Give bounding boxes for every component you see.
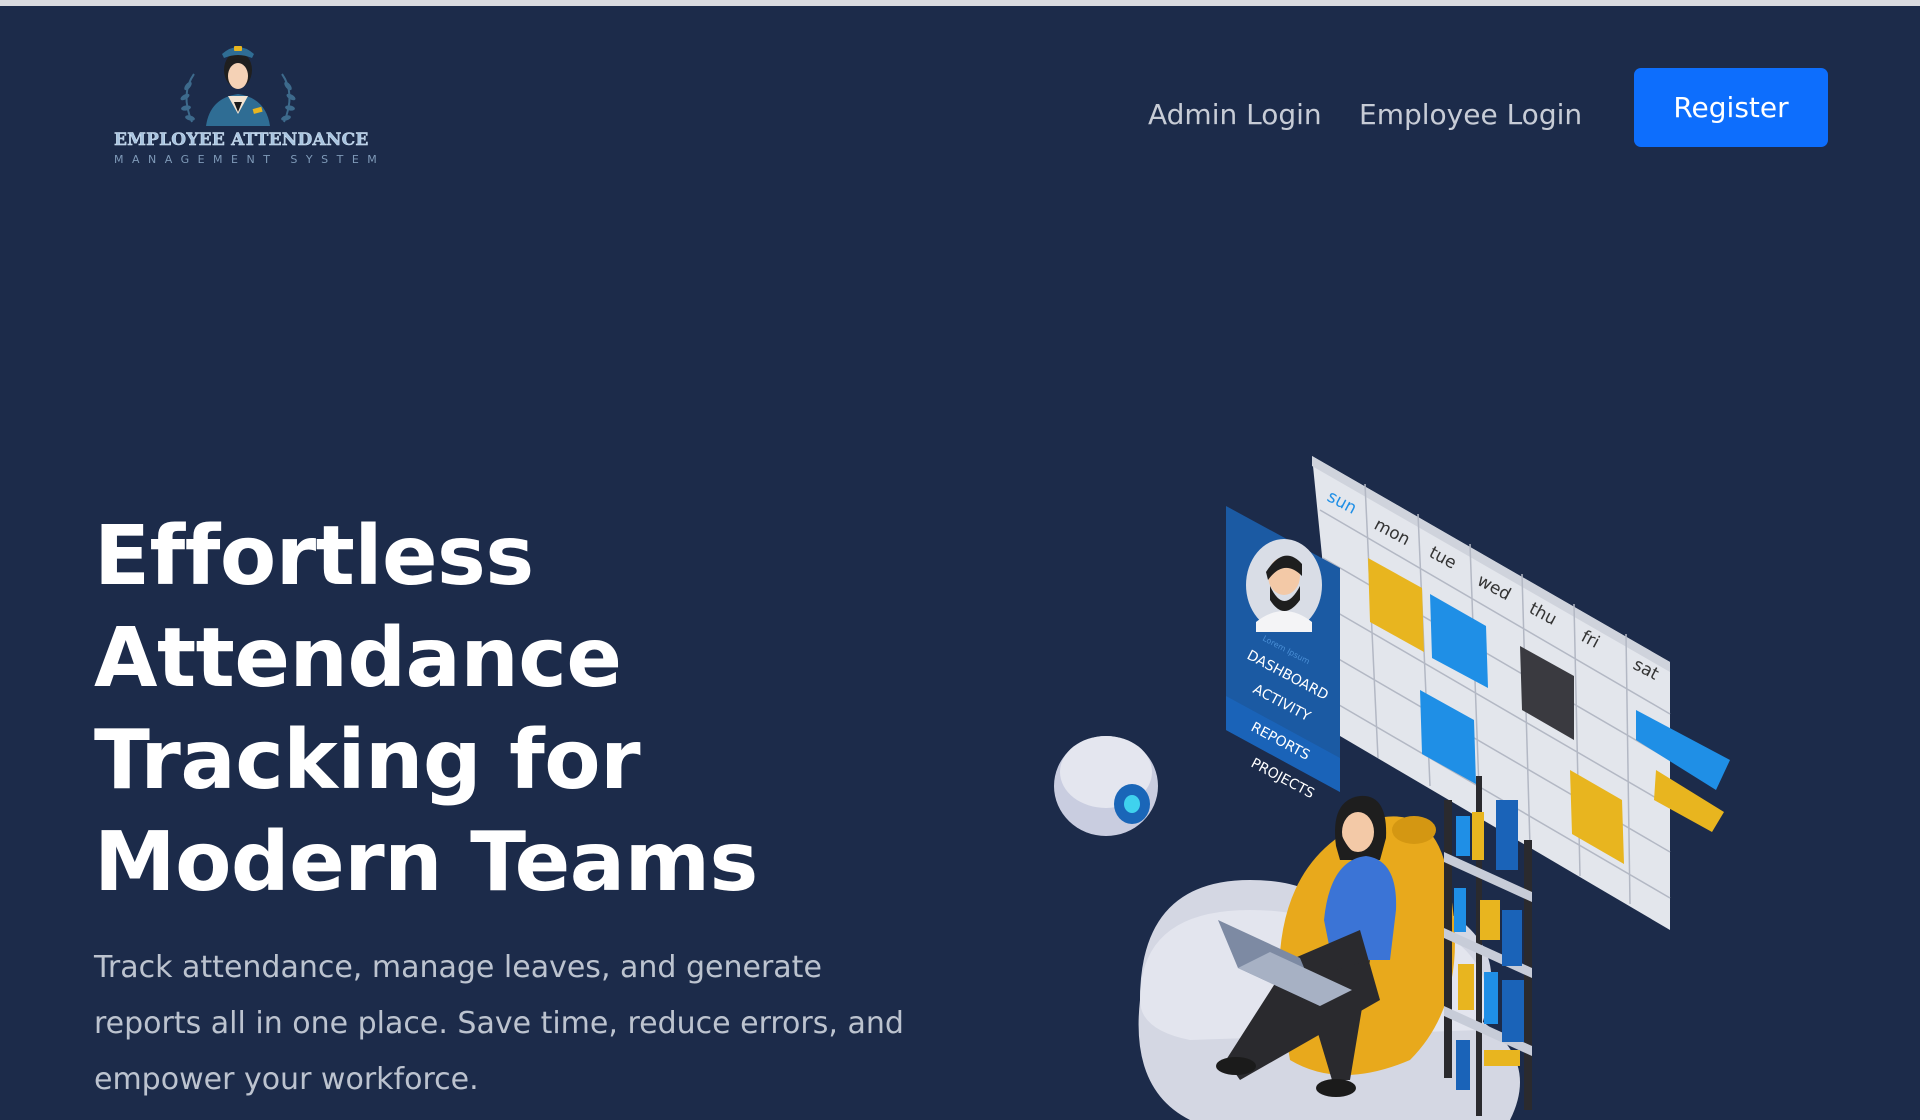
hero-subtext: Track attendance, manage leaves, and gen… <box>94 950 904 1097</box>
attendant-avatar-icon <box>180 46 296 126</box>
brand-title: EMPLOYEE ATTENDANCE <box>114 130 369 151</box>
hero-headline: Effortless Attendance Tracking for Moder… <box>94 506 814 914</box>
nav-admin-login-wrap: Admin Login <box>1148 74 1322 154</box>
robot-ball-icon <box>1054 736 1158 836</box>
site-header: EMPLOYEE ATTENDANCE MANAGEMENT SYSTEM Ad… <box>0 6 1920 206</box>
attendance-illustration: sun mon tue wed thu fri sat Lorem Ipsum … <box>1054 456 1730 1120</box>
brand-subtitle: MANAGEMENT SYSTEM <box>114 153 386 166</box>
admin-login-link[interactable]: Admin Login <box>1148 98 1322 131</box>
employee-login-link[interactable]: Employee Login <box>1359 98 1582 131</box>
headline-line: Effortless <box>94 509 534 604</box>
headline-line: Attendance <box>94 611 622 706</box>
headline-line: Tracking for <box>94 713 641 808</box>
headline-line: Modern Teams <box>94 815 758 910</box>
register-button[interactable]: Register <box>1634 68 1828 147</box>
brand-logo[interactable]: EMPLOYEE ATTENDANCE MANAGEMENT SYSTEM <box>112 34 386 174</box>
nav-employee-login-wrap: Employee Login <box>1359 74 1582 154</box>
